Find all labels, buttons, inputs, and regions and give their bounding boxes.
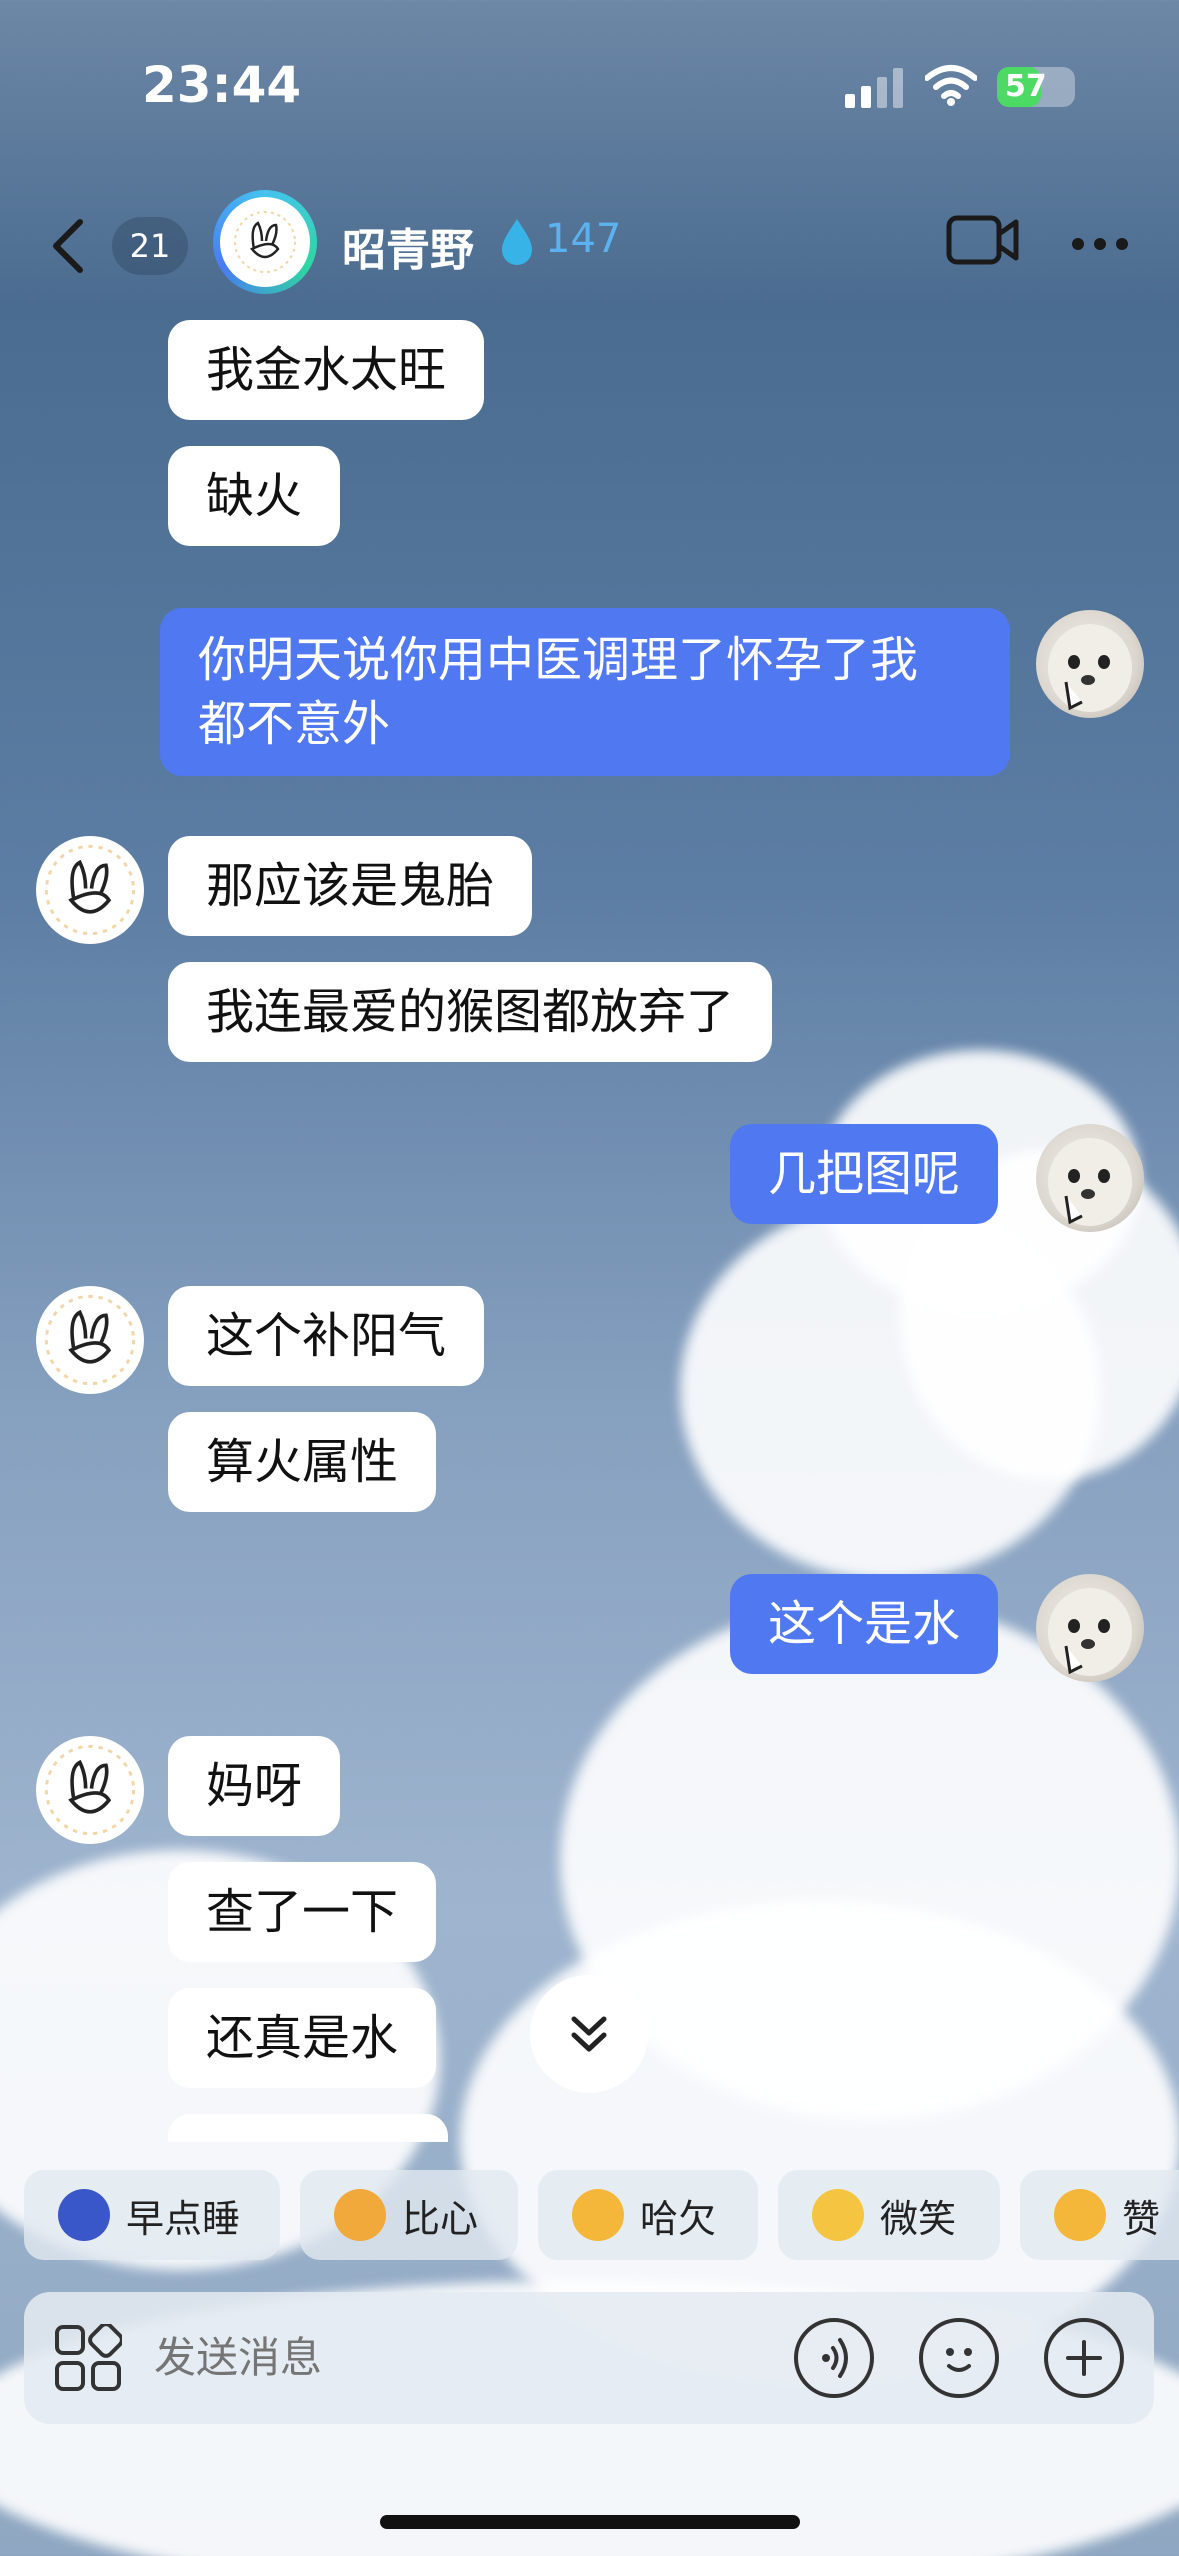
bunny-icon [44, 844, 136, 936]
video-camera-icon[interactable] [946, 212, 1020, 268]
message-bubble-outgoing[interactable]: 几把图呢 [730, 1124, 999, 1224]
battery-indicator: 57 [997, 67, 1075, 107]
my-avatar[interactable] [1036, 1574, 1144, 1682]
scroll-to-bottom-button[interactable] [530, 1975, 648, 2093]
message-input[interactable] [154, 2320, 774, 2396]
voice-button[interactable] [794, 2318, 874, 2398]
chevron-left-icon[interactable] [48, 216, 88, 276]
smile-emoji-icon [812, 2189, 864, 2241]
double-chevron-down-icon [571, 2016, 607, 2052]
peer-avatar[interactable] [213, 190, 317, 294]
voice-icon [822, 2338, 848, 2378]
message-bubble-incoming-partial[interactable] [168, 2114, 448, 2142]
message-list[interactable]: 我金水太旺 缺火 你明天说你用中医调理了怀孕了我 都不意外 那应该是鬼胎 我连最… [0, 310, 1179, 2142]
status-bar: 23:44 57 [0, 0, 1179, 170]
yawn-emoji-icon [572, 2189, 624, 2241]
quick-reply-chip[interactable]: 早点睡 [24, 2170, 280, 2260]
message-bubble-incoming[interactable]: 这个补阳气 [168, 1286, 485, 1386]
quick-reply-label: 哈欠 [640, 2196, 717, 2241]
battery-percent: 57 [1005, 69, 1047, 104]
quick-reply-chip[interactable]: 赞 [1020, 2170, 1179, 2260]
message-bubble-incoming[interactable]: 那应该是鬼胎 [168, 836, 533, 936]
message-bubble-incoming[interactable]: 还真是水 [168, 1988, 437, 2088]
bunny-icon [44, 1294, 136, 1386]
message-bubble-incoming[interactable]: 我连最爱的猴图都放弃了 [168, 962, 773, 1062]
message-bubble-outgoing[interactable]: 你明天说你用中医调理了怀孕了我 都不意外 [160, 608, 1010, 776]
message-bubble-incoming[interactable]: 算火属性 [168, 1412, 437, 1512]
heart-hands-emoji-icon [334, 2189, 386, 2241]
quick-reply-chip[interactable]: 比心 [300, 2170, 518, 2260]
chat-header: 21 昭青野 147 [0, 180, 1179, 310]
dog-avatar-icon [1048, 624, 1132, 712]
peer-name[interactable]: 昭青野 [342, 214, 474, 278]
thumbs-up-emoji-icon [1054, 2189, 1106, 2241]
peer-avatar-small[interactable] [36, 1286, 144, 1394]
quick-reply-label: 早点睡 [126, 2196, 241, 2241]
cellular-signal-icon [845, 68, 903, 108]
message-bubble-incoming[interactable]: 妈呀 [168, 1736, 341, 1836]
quick-reply-label: 比心 [402, 2196, 479, 2241]
sleepy-moon-emoji-icon [58, 2189, 110, 2241]
dog-avatar-icon [1048, 1588, 1132, 1676]
dog-avatar-icon [1048, 1138, 1132, 1226]
water-drop-icon [502, 219, 532, 265]
my-avatar[interactable] [1036, 610, 1144, 718]
status-time: 23:44 [142, 56, 302, 114]
peer-avatar-small[interactable] [36, 1736, 144, 1844]
plus-icon [1066, 2340, 1102, 2376]
message-composer [24, 2292, 1154, 2424]
bunny-icon [234, 211, 296, 273]
emoji-icon [946, 2348, 972, 2372]
quick-reply-chip[interactable]: 哈欠 [538, 2170, 758, 2260]
wifi-icon [925, 65, 977, 106]
home-indicator [380, 2515, 800, 2529]
message-bubble-incoming[interactable]: 查了一下 [168, 1862, 437, 1962]
apps-grid-icon[interactable] [54, 2324, 122, 2392]
more-dots-icon[interactable] [1070, 236, 1130, 252]
my-avatar[interactable] [1036, 1124, 1144, 1232]
peer-avatar-small[interactable] [36, 836, 144, 944]
plus-button[interactable] [1044, 2318, 1124, 2398]
quick-reply-bar: 早点睡 比心 哈欠 微笑 赞 [0, 2170, 1179, 2262]
unread-count-badge[interactable]: 21 [112, 217, 188, 275]
message-bubble-outgoing[interactable]: 这个是水 [730, 1574, 999, 1674]
emoji-button[interactable] [919, 2318, 999, 2398]
quick-reply-label: 赞 [1122, 2196, 1161, 2241]
water-count: 147 [545, 216, 622, 262]
quick-reply-chip[interactable]: 微笑 [778, 2170, 1000, 2260]
bunny-icon [44, 1744, 136, 1836]
message-bubble-incoming[interactable]: 缺火 [168, 446, 341, 546]
quick-reply-label: 微笑 [880, 2196, 957, 2241]
message-bubble-incoming[interactable]: 我金水太旺 [168, 320, 485, 420]
